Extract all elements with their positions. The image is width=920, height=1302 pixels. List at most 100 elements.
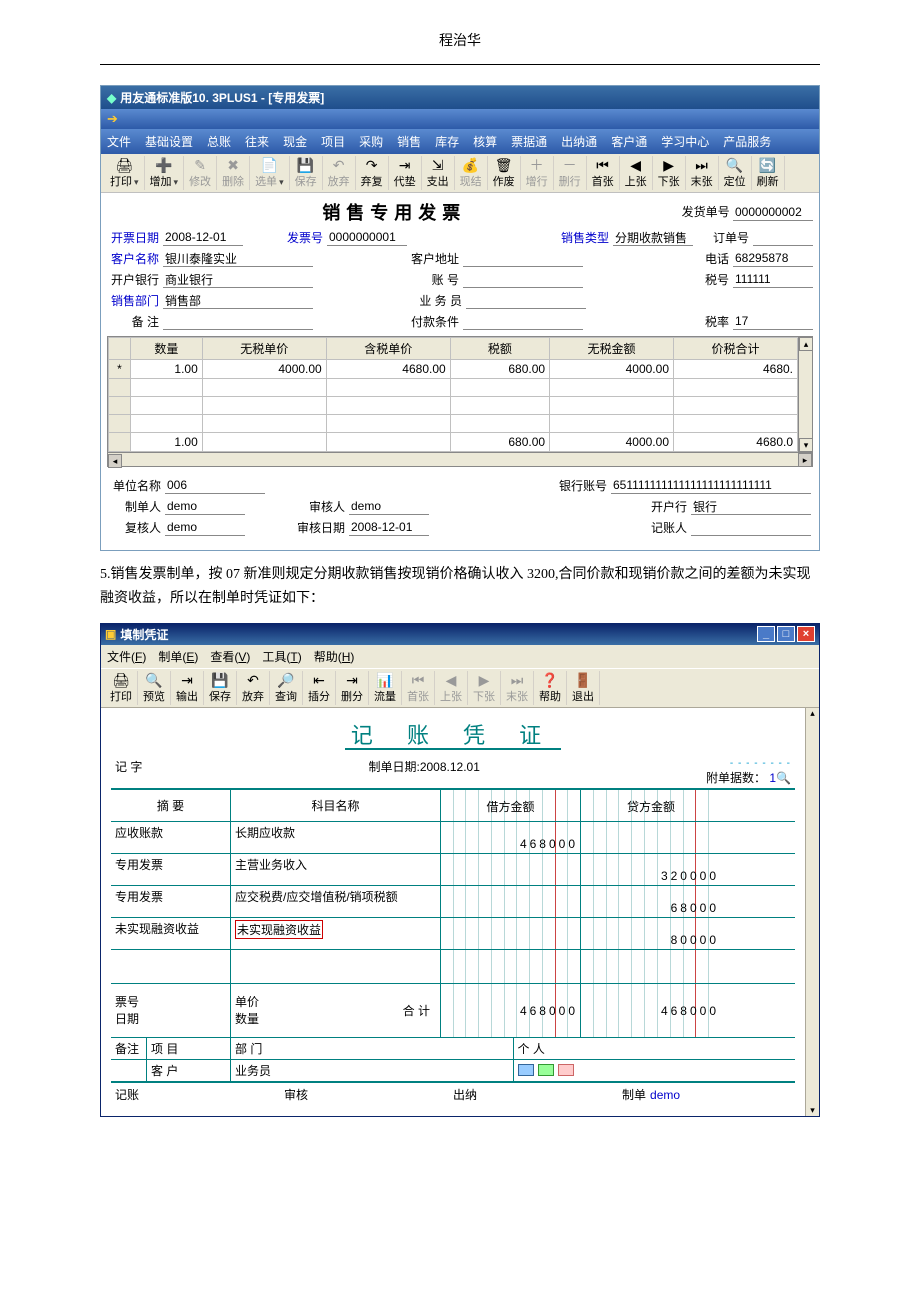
horizontal-scrollbar[interactable]: ◂▸	[108, 452, 812, 466]
minimize-button[interactable]: _	[757, 626, 775, 642]
voucher-entry-row[interactable]: 专用发票主营业务收入 320000	[111, 854, 795, 886]
clerk-field[interactable]	[466, 293, 586, 309]
refresh-button[interactable]: 🔄刷新	[752, 156, 785, 190]
checker-field[interactable]	[349, 499, 429, 515]
query-button[interactable]: 🔎查询	[270, 671, 303, 705]
scroll-right-icon[interactable]: ▸	[798, 453, 812, 467]
menu-item[interactable]: 文件	[107, 133, 131, 150]
checkdate-field[interactable]	[349, 520, 429, 536]
grid-cell[interactable]: 4000.00	[550, 360, 674, 379]
entry-credit[interactable]: 80000	[581, 918, 721, 949]
entry-summary[interactable]: 专用发票	[111, 854, 231, 885]
bank-acct-field[interactable]	[611, 478, 811, 494]
card-icon-3[interactable]	[558, 1064, 574, 1076]
locate-button[interactable]: 🔍定位	[719, 156, 752, 190]
scroll-up-icon[interactable]: ▴	[799, 337, 813, 351]
exit-button[interactable]: 🚪退出	[567, 671, 600, 705]
invoice-no-field[interactable]	[327, 230, 407, 246]
add-button[interactable]: ➕增加	[145, 156, 185, 190]
taxno-field[interactable]	[733, 272, 813, 288]
menu-item[interactable]: 采购	[359, 133, 383, 150]
last-button[interactable]: ⏭末张	[686, 156, 719, 190]
arrow-icon[interactable]	[107, 112, 118, 126]
card-icon[interactable]	[518, 1064, 534, 1076]
ship-no-field[interactable]	[733, 205, 813, 221]
paycond-field[interactable]	[463, 314, 583, 330]
invoice-date-field[interactable]	[163, 230, 243, 246]
cust-addr-field[interactable]	[463, 251, 583, 267]
taxrate-field[interactable]	[733, 314, 813, 330]
print-button[interactable]: 🖨打印	[105, 671, 138, 705]
cust-name-field[interactable]	[163, 251, 313, 267]
close-button[interactable]: ×	[797, 626, 815, 642]
entry-credit[interactable]	[581, 822, 721, 853]
menu-item[interactable]: 客户通	[611, 133, 647, 150]
grid-cell[interactable]: 1.00	[131, 360, 203, 379]
entry-debit[interactable]: 468000	[441, 822, 581, 853]
voucher-empty-row[interactable]	[111, 950, 795, 984]
menu-item[interactable]: 查看(V)	[210, 648, 250, 665]
abandon-button[interactable]: ↷弃复	[356, 156, 389, 190]
voucher-entry-row[interactable]: 专用发票应交税费/应交增值税/销项税额68000	[111, 886, 795, 918]
flow-button[interactable]: 📊流量	[369, 671, 402, 705]
help-button[interactable]: ❓帮助	[534, 671, 567, 705]
sale-type-field[interactable]	[613, 230, 693, 246]
bookkeeper-field[interactable]	[691, 520, 811, 536]
order-no-field[interactable]	[753, 230, 813, 246]
magnify-icon[interactable]: 🔍	[776, 771, 791, 785]
menu-item[interactable]: 票据通	[511, 133, 547, 150]
dept-field[interactable]	[163, 293, 313, 309]
entry-account[interactable]: 主营业务收入	[231, 854, 441, 885]
grid-cell[interactable]: 4680.00	[326, 360, 450, 379]
maker-field[interactable]	[165, 499, 245, 515]
print-button[interactable]: 🖨打印	[105, 156, 145, 190]
menu-item[interactable]: 基础设置	[145, 133, 193, 150]
entry-account[interactable]: 长期应收款	[231, 822, 441, 853]
menu-item[interactable]: 现金	[283, 133, 307, 150]
abandon-button[interactable]: ↶放弃	[237, 671, 270, 705]
grid-cell[interactable]: 4000.00	[202, 360, 326, 379]
entry-credit[interactable]: 68000	[581, 886, 721, 917]
menu-item[interactable]: 文件(F)	[107, 648, 146, 665]
menu-item[interactable]: 工具(T)	[262, 648, 301, 665]
menu-item[interactable]: 出纳通	[561, 133, 597, 150]
next-button[interactable]: ▶下张	[653, 156, 686, 190]
menu-item[interactable]: 产品服务	[723, 133, 771, 150]
menu-item[interactable]: 学习中心	[661, 133, 709, 150]
void-button[interactable]: 🗑作废	[488, 156, 521, 190]
menu-item[interactable]: 帮助(H)	[314, 648, 355, 665]
acct-field[interactable]	[463, 272, 583, 288]
preview-button[interactable]: 🔍预览	[138, 671, 171, 705]
rechecker-field[interactable]	[165, 520, 245, 536]
out-button[interactable]: ⇲支出	[422, 156, 455, 190]
openbank-field[interactable]	[691, 499, 811, 515]
grid-cell[interactable]: 680.00	[450, 360, 549, 379]
entry-debit[interactable]	[441, 886, 581, 917]
phone-field[interactable]	[733, 251, 813, 267]
menu-item[interactable]: 总账	[207, 133, 231, 150]
menu-item[interactable]: 销售	[397, 133, 421, 150]
vertical-scrollbar[interactable]: ▴▾	[805, 708, 819, 1116]
scroll-left-icon[interactable]: ◂	[108, 454, 122, 468]
advance-button[interactable]: ⇥代垫	[389, 156, 422, 190]
save-button[interactable]: 💾保存	[204, 671, 237, 705]
voucher-entry-row[interactable]: 应收账款长期应收款468000	[111, 822, 795, 854]
menu-item[interactable]: 往来	[245, 133, 269, 150]
entry-credit[interactable]: 320000	[581, 854, 721, 885]
entry-account[interactable]: 未实现融资收益	[231, 918, 441, 949]
grid-cell[interactable]: 4680.	[674, 360, 798, 379]
unit-name-field[interactable]	[165, 478, 265, 494]
voucher-entry-row[interactable]: 未实现融资收益未实现融资收益80000	[111, 918, 795, 950]
entry-debit[interactable]	[441, 854, 581, 885]
entry-summary[interactable]: 应收账款	[111, 822, 231, 853]
first-button[interactable]: ⏮首张	[587, 156, 620, 190]
remark-field[interactable]	[163, 314, 313, 330]
output-button[interactable]: ⇥输出	[171, 671, 204, 705]
menu-item[interactable]: 项目	[321, 133, 345, 150]
menu-item[interactable]: 制单(E)	[158, 648, 198, 665]
maximize-button[interactable]: □	[777, 626, 795, 642]
prev-button[interactable]: ◀上张	[620, 156, 653, 190]
delrow-button[interactable]: ⇥删分	[336, 671, 369, 705]
bank-field[interactable]	[163, 272, 313, 288]
card-icon-2[interactable]	[538, 1064, 554, 1076]
